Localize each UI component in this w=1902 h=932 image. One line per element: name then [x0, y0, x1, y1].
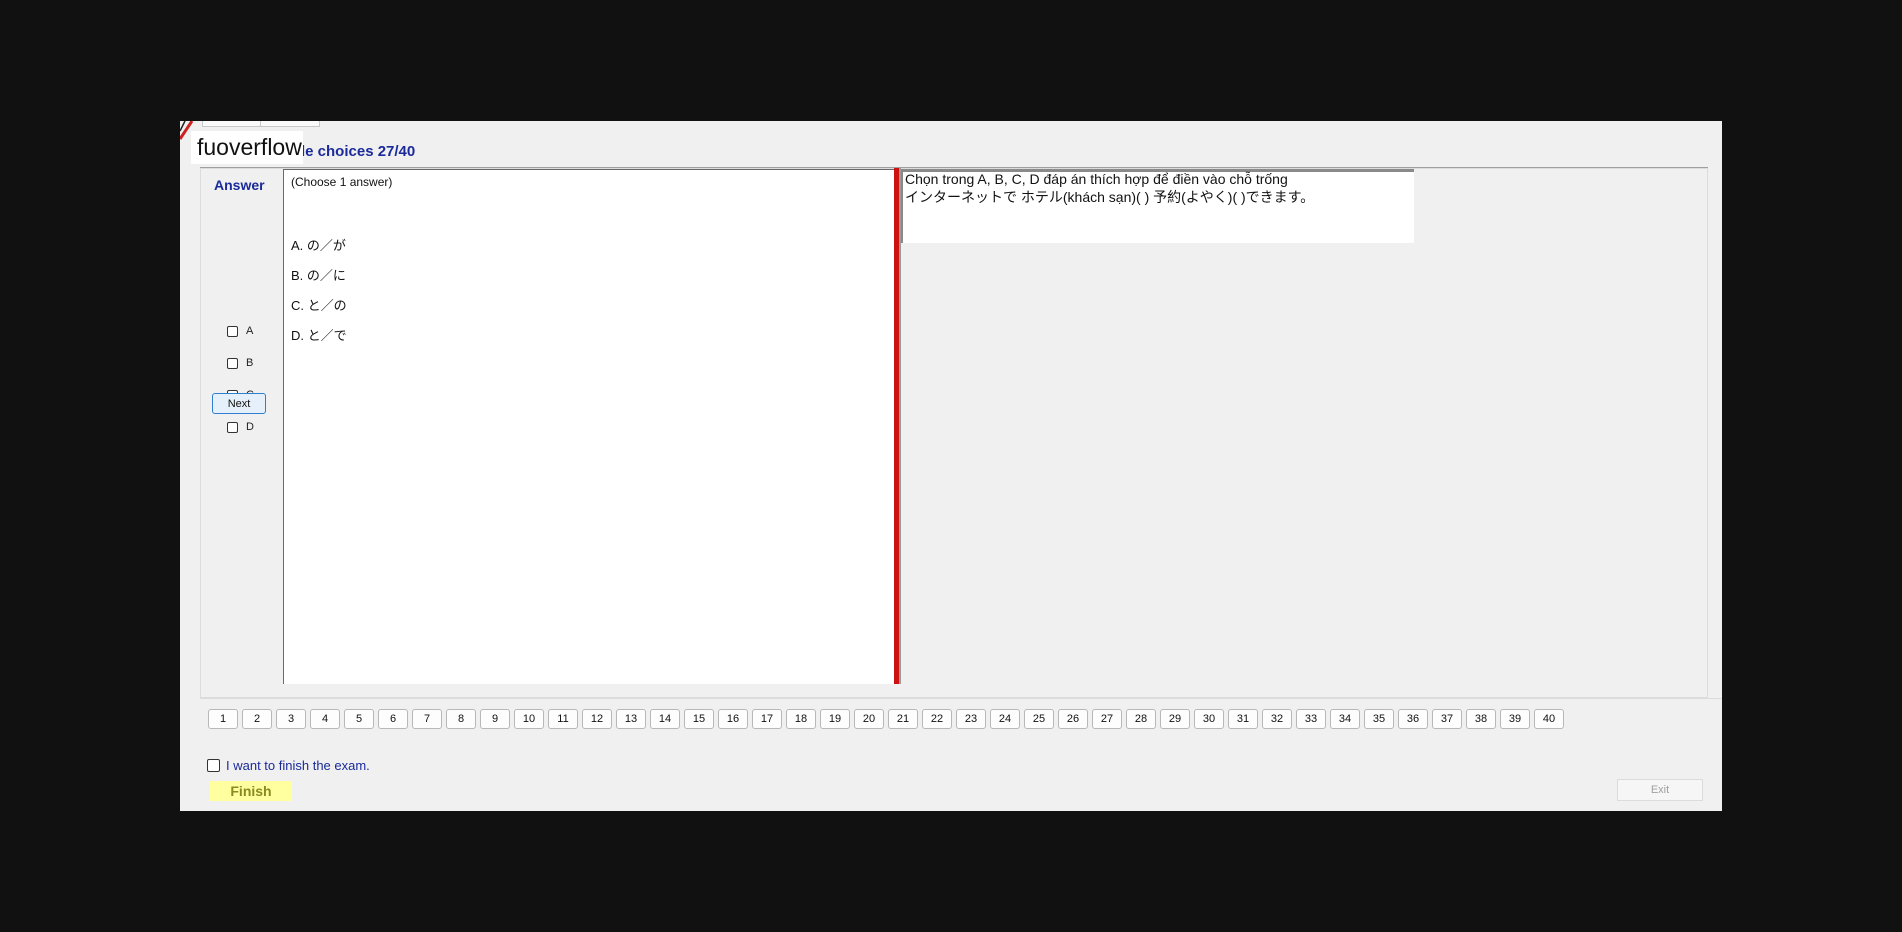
question-number-button[interactable]: 27	[1092, 709, 1122, 729]
exit-button[interactable]: Exit	[1617, 779, 1703, 801]
splitter-edge	[899, 168, 901, 684]
question-number-button[interactable]: 23	[956, 709, 986, 729]
question-number-button[interactable]: 24	[990, 709, 1020, 729]
answer-option-label: B	[246, 357, 254, 369]
watermark-label: fuoverflow	[191, 131, 303, 164]
question-number-button[interactable]: 10	[514, 709, 544, 729]
question-number-button[interactable]: 32	[1262, 709, 1292, 729]
finish-checkbox[interactable]	[207, 759, 220, 772]
question-number-button[interactable]: 11	[548, 709, 578, 729]
question-nav-divider	[200, 698, 1722, 699]
finish-button[interactable]: Finish	[210, 781, 292, 801]
question-number-button[interactable]: 17	[752, 709, 782, 729]
passage-sentence: インターネットで ホテル(khách sạn)( ) 予約(よやく)( )できま…	[905, 189, 1315, 205]
question-number-button[interactable]: 25	[1024, 709, 1054, 729]
tab-strip	[180, 121, 1722, 127]
question-number-button[interactable]: 33	[1296, 709, 1326, 729]
finish-checkbox-label[interactable]: I want to finish the exam.	[226, 758, 370, 773]
question-number-button[interactable]: 5	[344, 709, 374, 729]
exam-window: fuoverflow le choices 27/40 Answer A B C…	[180, 121, 1722, 811]
question-number-button[interactable]: 37	[1432, 709, 1462, 729]
question-number-button[interactable]: 30	[1194, 709, 1224, 729]
question-number-button[interactable]: 14	[650, 709, 680, 729]
question-number-button[interactable]: 7	[412, 709, 442, 729]
question-number-button[interactable]: 15	[684, 709, 714, 729]
question-number-button[interactable]: 28	[1126, 709, 1156, 729]
choice-d-text: D. と／で	[291, 328, 347, 343]
question-number-button[interactable]: 3	[276, 709, 306, 729]
question-number-button[interactable]: 40	[1534, 709, 1564, 729]
question-number-button[interactable]: 26	[1058, 709, 1088, 729]
question-box	[283, 169, 898, 684]
question-number-button[interactable]: 38	[1466, 709, 1496, 729]
choice-c-text: C. と／の	[291, 298, 347, 313]
answer-checkbox-a[interactable]	[227, 325, 238, 337]
answer-checkbox-b[interactable]	[227, 357, 238, 369]
answer-option-b[interactable]: B	[227, 355, 253, 371]
question-number-button[interactable]: 19	[820, 709, 850, 729]
question-number-button[interactable]: 8	[446, 709, 476, 729]
tab-second[interactable]	[260, 121, 320, 127]
answer-option-label: D	[246, 421, 254, 433]
tab-reading[interactable]	[202, 121, 262, 127]
answer-checkbox-d[interactable]	[227, 421, 238, 433]
question-number-button[interactable]: 29	[1160, 709, 1190, 729]
question-number-button[interactable]: 22	[922, 709, 952, 729]
question-number-button[interactable]: 13	[616, 709, 646, 729]
question-number-button[interactable]: 34	[1330, 709, 1360, 729]
question-instruction: (Choose 1 answer)	[291, 175, 393, 189]
passage-instruction: Chọn trong A, B, C, D đáp án thích hợp đ…	[905, 171, 1288, 187]
question-number-button[interactable]: 18	[786, 709, 816, 729]
question-number-button[interactable]: 2	[242, 709, 272, 729]
question-number-button[interactable]: 39	[1500, 709, 1530, 729]
question-number-button[interactable]: 21	[888, 709, 918, 729]
question-number-button[interactable]: 16	[718, 709, 748, 729]
question-number-button[interactable]: 9	[480, 709, 510, 729]
choice-b-text: B. の／に	[291, 268, 346, 283]
answer-option-a[interactable]: A	[227, 323, 253, 339]
answer-option-d[interactable]: D	[227, 419, 254, 435]
question-number-button[interactable]: 35	[1364, 709, 1394, 729]
question-number-button[interactable]: 1	[208, 709, 238, 729]
question-number-button[interactable]: 20	[854, 709, 884, 729]
answer-option-label: A	[246, 325, 254, 337]
section-title: le choices 27/40	[301, 143, 416, 160]
question-number-button[interactable]: 12	[582, 709, 612, 729]
choice-a-text: A. の／が	[291, 238, 346, 253]
next-button[interactable]: Next	[212, 393, 266, 414]
question-number-button[interactable]: 36	[1398, 709, 1428, 729]
question-number-button[interactable]: 6	[378, 709, 408, 729]
question-number-button[interactable]: 4	[310, 709, 340, 729]
answer-label: Answer	[214, 177, 265, 193]
question-number-button[interactable]: 31	[1228, 709, 1258, 729]
